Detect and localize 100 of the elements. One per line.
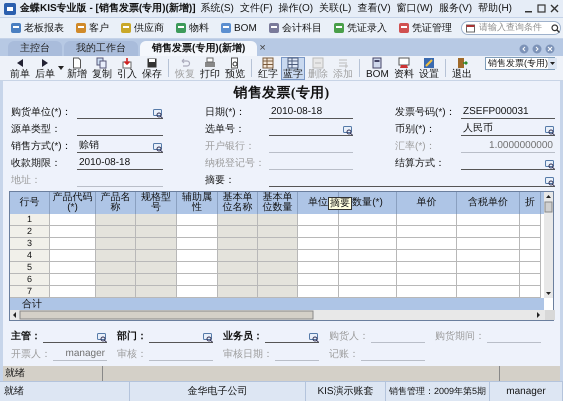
input-field[interactable]: 人民币	[461, 123, 555, 136]
quick-bar-button[interactable]: 物料	[173, 20, 211, 36]
table-cell[interactable]	[520, 238, 541, 250]
table-cell[interactable]	[397, 274, 457, 286]
input-field[interactable]: 2010-08-18	[269, 106, 353, 119]
table-cell[interactable]	[457, 262, 520, 274]
search-field[interactable]: 请输入查询条件	[460, 21, 561, 35]
quick-bar-button[interactable]: BOM	[218, 20, 259, 36]
table-cell[interactable]	[520, 226, 541, 238]
table-cell[interactable]	[339, 262, 397, 274]
previous-icon[interactable]	[519, 44, 529, 54]
input-field[interactable]: 赊销	[77, 140, 163, 153]
toolbar-button[interactable]: 预览	[223, 56, 247, 80]
toolbar-button[interactable]: 退出	[450, 56, 474, 80]
table-cell[interactable]	[397, 238, 457, 250]
table-cell[interactable]	[177, 238, 218, 250]
menu-item[interactable]: 操作(O)	[278, 1, 314, 16]
table-cell[interactable]	[177, 250, 218, 262]
table-cell[interactable]	[50, 262, 96, 274]
table-cell[interactable]	[298, 214, 339, 226]
table-cell[interactable]	[136, 238, 177, 250]
table-cell[interactable]	[339, 226, 397, 238]
table-cell[interactable]	[457, 214, 520, 226]
menu-item[interactable]: 关联(L)	[319, 1, 352, 16]
input-field[interactable]	[461, 157, 555, 170]
close-icon[interactable]	[550, 4, 559, 13]
view-select[interactable]: 销售发票(专用)	[485, 57, 555, 70]
toolbar-button[interactable]: 蓝字	[281, 56, 305, 80]
tab[interactable]: 主控台	[8, 41, 62, 56]
table-cell[interactable]	[96, 274, 136, 286]
table-cell[interactable]	[298, 238, 339, 250]
table-cell[interactable]	[258, 262, 298, 274]
table-cell[interactable]	[457, 226, 520, 238]
table-cell[interactable]	[218, 226, 258, 238]
table-cell[interactable]	[457, 286, 520, 298]
table-cell[interactable]	[339, 274, 397, 286]
table-cell[interactable]	[258, 250, 298, 262]
table-cell[interactable]	[218, 214, 258, 226]
table-cell[interactable]	[96, 286, 136, 298]
table-cell[interactable]	[177, 262, 218, 274]
input-field[interactable]	[43, 330, 107, 343]
quick-bar-button[interactable]: 会计科目	[266, 20, 324, 36]
table-cell[interactable]	[339, 286, 397, 298]
table-cell[interactable]	[258, 274, 298, 286]
table-cell[interactable]	[457, 274, 520, 286]
table-cell[interactable]	[339, 214, 397, 226]
table-cell[interactable]	[136, 214, 177, 226]
table-cell[interactable]	[258, 286, 298, 298]
table-cell[interactable]	[177, 214, 218, 226]
table-cell[interactable]	[96, 226, 136, 238]
table-cell[interactable]	[96, 238, 136, 250]
quick-bar-button[interactable]: 凭证管理	[396, 20, 454, 36]
table-cell[interactable]	[96, 214, 136, 226]
tab[interactable]: 我的工作台	[64, 41, 138, 56]
quick-bar-button[interactable]: 凭证录入	[330, 20, 389, 36]
lookup-icon[interactable]	[545, 160, 555, 169]
table-cell[interactable]	[136, 226, 177, 238]
menu-item[interactable]: 系统(S)	[200, 1, 234, 16]
table-cell[interactable]	[50, 250, 96, 262]
next-icon[interactable]	[532, 44, 542, 54]
table-cell[interactable]	[50, 274, 96, 286]
table-cell[interactable]	[298, 226, 339, 238]
table-cell[interactable]	[457, 238, 520, 250]
table-cell[interactable]	[298, 262, 339, 274]
lookup-icon[interactable]	[545, 126, 555, 135]
toolbar-button[interactable]: 复制	[90, 56, 114, 80]
toolbar-button[interactable]: 红字	[256, 56, 280, 80]
table-cell[interactable]	[50, 214, 96, 226]
table-cell[interactable]	[218, 262, 258, 274]
lookup-icon[interactable]	[203, 333, 213, 342]
menu-item[interactable]: 文件(F)	[240, 1, 273, 16]
table-cell[interactable]	[520, 286, 541, 298]
table-cell[interactable]	[258, 226, 298, 238]
toolbar-button[interactable]: 引入	[115, 56, 139, 80]
lookup-icon[interactable]	[545, 177, 555, 186]
tab[interactable]: 销售发票(专用)(新增)	[140, 41, 258, 56]
toolbar-button[interactable]: 新增	[65, 56, 89, 80]
table-cell[interactable]	[50, 238, 96, 250]
table-cell[interactable]	[397, 286, 457, 298]
input-field[interactable]	[269, 174, 555, 187]
input-field[interactable]	[77, 106, 163, 119]
table-cell[interactable]	[258, 214, 298, 226]
table-cell[interactable]	[177, 274, 218, 286]
lookup-icon[interactable]	[153, 109, 163, 118]
table-cell[interactable]	[136, 274, 177, 286]
menu-item[interactable]: 查看(V)	[357, 1, 391, 16]
menu-item[interactable]: 窗口(W)	[396, 1, 433, 16]
maximize-icon[interactable]	[537, 4, 546, 13]
table-cell[interactable]	[298, 250, 339, 262]
table-cell[interactable]	[258, 238, 298, 250]
table-cell[interactable]	[397, 226, 457, 238]
toolbar-button[interactable]: 资料	[392, 56, 416, 80]
table-cell[interactable]	[520, 274, 541, 286]
toolbar-button[interactable]: BOM	[364, 56, 391, 80]
quick-bar-button[interactable]: 客户	[73, 20, 111, 36]
input-field[interactable]	[269, 123, 353, 136]
quick-bar-button[interactable]: 供应商	[118, 20, 166, 36]
input-field[interactable]: 2010-08-18	[77, 157, 163, 170]
lookup-icon[interactable]	[153, 143, 163, 152]
table-cell[interactable]	[136, 262, 177, 274]
